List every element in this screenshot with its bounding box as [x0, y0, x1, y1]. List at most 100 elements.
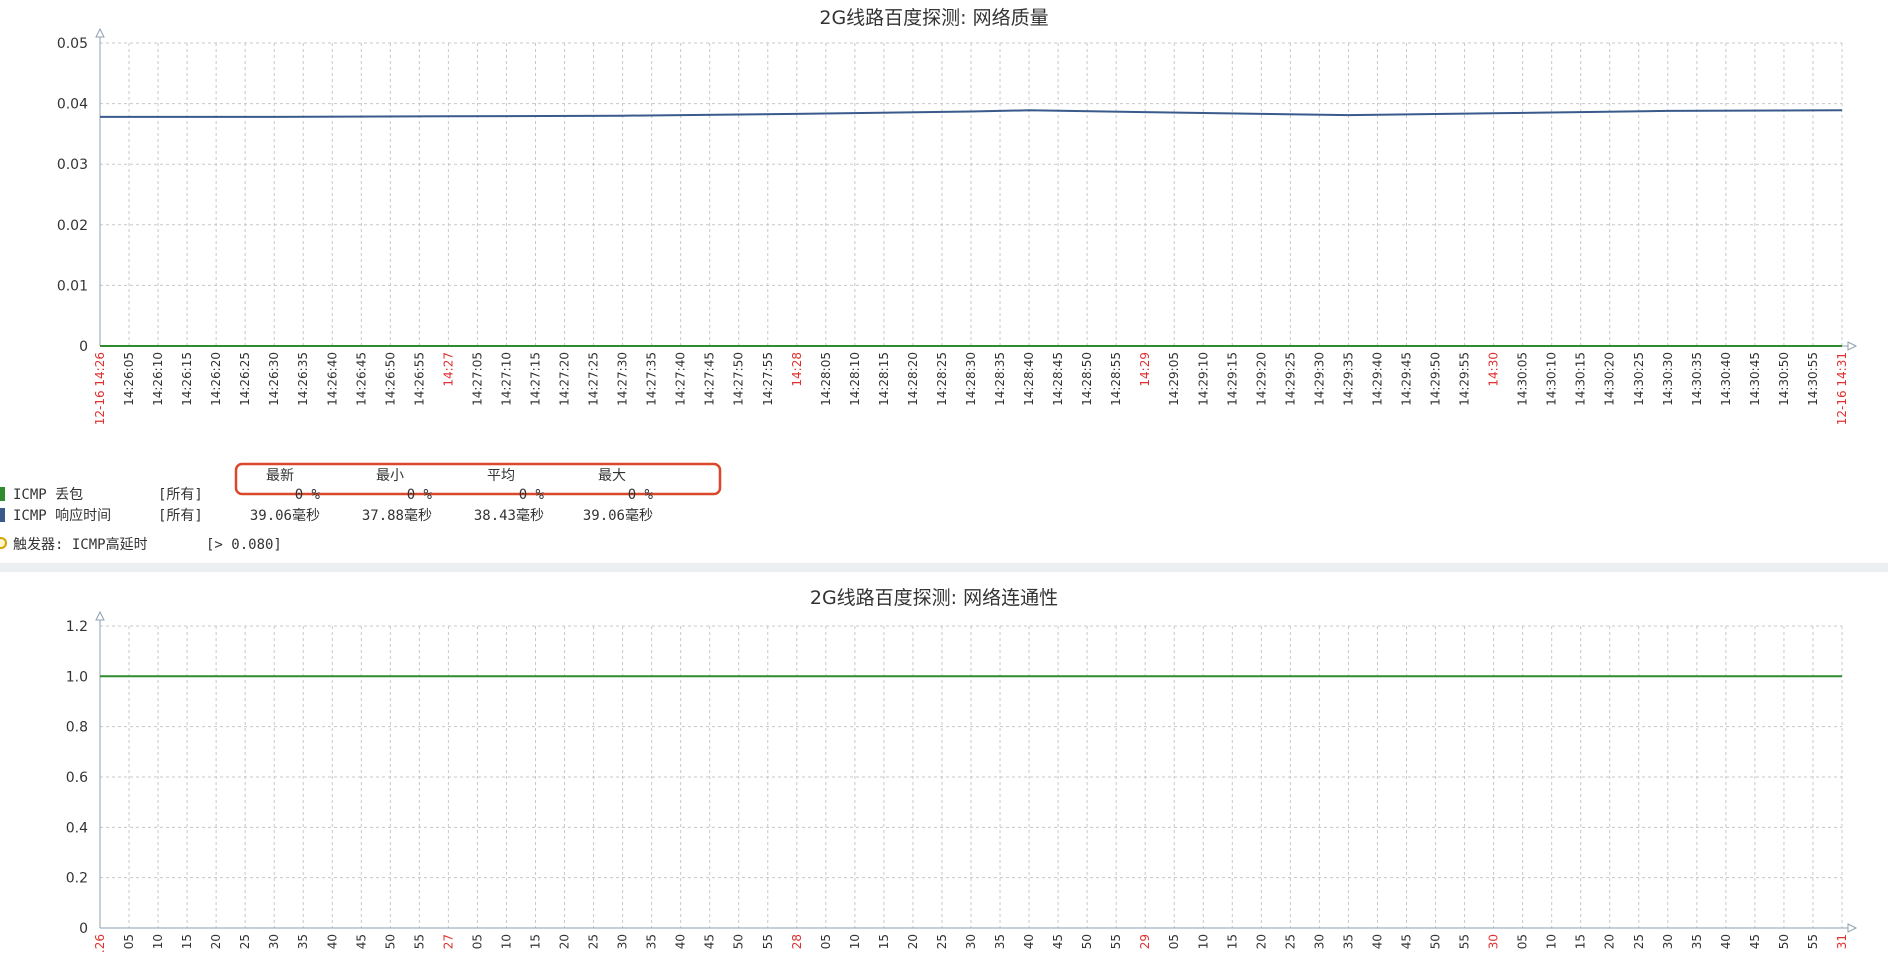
x-tick-label: 14:28:40	[1022, 352, 1036, 406]
x-tick-label: 05	[819, 934, 833, 949]
x-tick-label-major: 12-16 14:26	[93, 352, 107, 425]
y-tick-label: 0.05	[57, 36, 88, 52]
x-tick-label: 14:26:20	[209, 352, 223, 406]
x-tick-label: 10	[1545, 934, 1559, 949]
x-tick-label-major: 14:27	[441, 352, 455, 387]
network-connectivity-panel: 2G线路百度探测: 网络连通性 1.2 1.0 0.8 0.6 0.4 0.2 0 .26 0…	[0, 572, 1888, 956]
x-tick-label: 15	[1225, 934, 1239, 949]
legend-value-min-loss: 0 %	[407, 487, 433, 503]
x-tick-label-major: 14:30	[1487, 352, 1501, 387]
x-tick-label: 20	[906, 934, 920, 949]
x-tick-label: 20	[1254, 934, 1268, 949]
legend-trigger-label: 触发器: ICMP高延时	[13, 536, 148, 553]
x-tick-label: 14:29:20	[1254, 352, 1268, 406]
network-connectivity-chart: 2G线路百度探测: 网络连通性 1.2 1.0 0.8 0.6 0.4 0.2 0 .26 0…	[66, 587, 1858, 953]
x-tick-label: 14:27:25	[587, 352, 601, 406]
x-tick-label: 50	[1080, 934, 1094, 949]
x-tick-label: 15	[877, 934, 891, 949]
x-tick-label: 20	[1603, 934, 1617, 949]
y-tick-label: 0.2	[66, 871, 88, 887]
legend-header-max: 最大	[598, 468, 626, 484]
chart-title: 2G线路百度探测: 网络质量	[819, 7, 1048, 29]
x-tick-label: 10	[1196, 934, 1210, 949]
panel-separator	[0, 563, 1888, 572]
x-tick-label-major: 28	[790, 934, 804, 949]
chart-title: 2G线路百度探测: 网络连通性	[810, 587, 1058, 609]
x-tick-label: 55	[1458, 934, 1472, 949]
y-tick-label: 0	[79, 921, 88, 937]
x-tick-label: 15	[1574, 934, 1588, 949]
legend-value-max-response: 39.06毫秒	[583, 507, 653, 524]
x-tick-label: 14:26:40	[325, 352, 339, 406]
x-tick-label: 35	[296, 934, 310, 949]
x-tick-label: 55	[761, 934, 775, 949]
legend-value-avg-response: 38.43毫秒	[474, 507, 544, 524]
y-tick-label: 0	[79, 339, 88, 355]
chart-legend: 最新 最小 平均 最大 ICMP 丢包 [所有] 0 % 0 % 0 % 0 %…	[0, 462, 722, 553]
x-tick-label: 40	[1022, 934, 1036, 949]
x-tick-label: 25	[1632, 934, 1646, 949]
x-tick-label: 30	[616, 934, 630, 949]
legend-series-scope-loss: [所有]	[158, 487, 203, 503]
x-tick-label: 35	[1690, 934, 1704, 949]
x-tick-label: 14:29:35	[1341, 352, 1355, 406]
x-tick-label: 45	[703, 934, 717, 949]
y-tick-label: 0.8	[66, 720, 88, 736]
legend-series-name-loss: ICMP 丢包	[13, 487, 83, 503]
legend-series-scope-response: [所有]	[158, 508, 203, 524]
x-tick-label: 14:28:05	[819, 352, 833, 406]
x-tick-label: 20	[209, 934, 223, 949]
x-tick-label: 40	[674, 934, 688, 949]
x-tick-label: 14:29:30	[1312, 352, 1326, 406]
x-tick-label: 14:28:15	[877, 352, 891, 406]
legend-swatch-response	[0, 508, 5, 522]
y-tick-label: 1.2	[66, 619, 88, 635]
trigger-marker-icon	[0, 537, 7, 549]
x-tick-label: 30	[1312, 934, 1326, 949]
x-tick-label: 14:29:40	[1370, 352, 1384, 406]
y-tick-label: 1.0	[66, 669, 88, 685]
legend-value-latest-response: 39.06毫秒	[250, 507, 320, 524]
x-tick-label: 15	[180, 934, 194, 949]
x-axis-arrow-icon	[1847, 341, 1858, 351]
x-tick-label: 14:30:50	[1777, 352, 1791, 406]
x-tick-label: 14:27:55	[761, 352, 775, 406]
x-tick-label-major: 14:28	[790, 352, 804, 387]
x-tick-label: 55	[412, 934, 426, 949]
x-tick-label: 45	[1748, 934, 1762, 949]
x-tick-label: 30	[267, 934, 281, 949]
x-tick-label: 40	[1719, 934, 1733, 949]
x-tick-label: 14:27:40	[674, 352, 688, 406]
x-tick-label: 45	[354, 934, 368, 949]
legend-value-max-loss: 0 %	[628, 487, 654, 503]
x-tick-label: 14:30:45	[1748, 352, 1762, 406]
x-tick-label-major: .26	[93, 934, 107, 953]
x-tick-label: 14:28:45	[1051, 352, 1065, 406]
x-tick-label: 20	[558, 934, 572, 949]
legend-value-avg-loss: 0 %	[519, 487, 545, 503]
x-tick-label: 14:30:15	[1574, 352, 1588, 406]
y-axis-arrow-icon	[95, 27, 105, 38]
x-tick-label: 14:26:45	[354, 352, 368, 406]
network-quality-panel: 2G线路百度探测: 网络质量 0.05 0.04 0.03 0.02 0.01 0 12-…	[0, 0, 1888, 563]
x-tick-label: 05	[1167, 934, 1181, 949]
x-tick-label: 05	[1516, 934, 1530, 949]
x-tick-label: 14:29:10	[1196, 352, 1210, 406]
x-tick-label: 35	[1341, 934, 1355, 949]
x-tick-label: 14:27:35	[645, 352, 659, 406]
x-tick-label: 14:26:05	[122, 352, 136, 406]
x-tick-label: 30	[964, 934, 978, 949]
x-tick-label: 14:30:25	[1632, 352, 1646, 406]
x-tick-label: 14:28:25	[935, 352, 949, 406]
y-tick-label: 0.4	[66, 820, 88, 836]
x-tick-label: 35	[993, 934, 1007, 949]
x-tick-label: 35	[645, 934, 659, 949]
x-tick-label: 14:27:10	[499, 352, 513, 406]
x-tick-label: 25	[238, 934, 252, 949]
x-tick-label: 14:29:25	[1283, 352, 1297, 406]
x-tick-label: 14:26:30	[267, 352, 281, 406]
x-tick-label: 10	[499, 934, 513, 949]
x-tick-label: 14:30:55	[1806, 352, 1820, 406]
x-tick-label-major: 14:29	[1138, 352, 1152, 387]
x-tick-label: 10	[848, 934, 862, 949]
